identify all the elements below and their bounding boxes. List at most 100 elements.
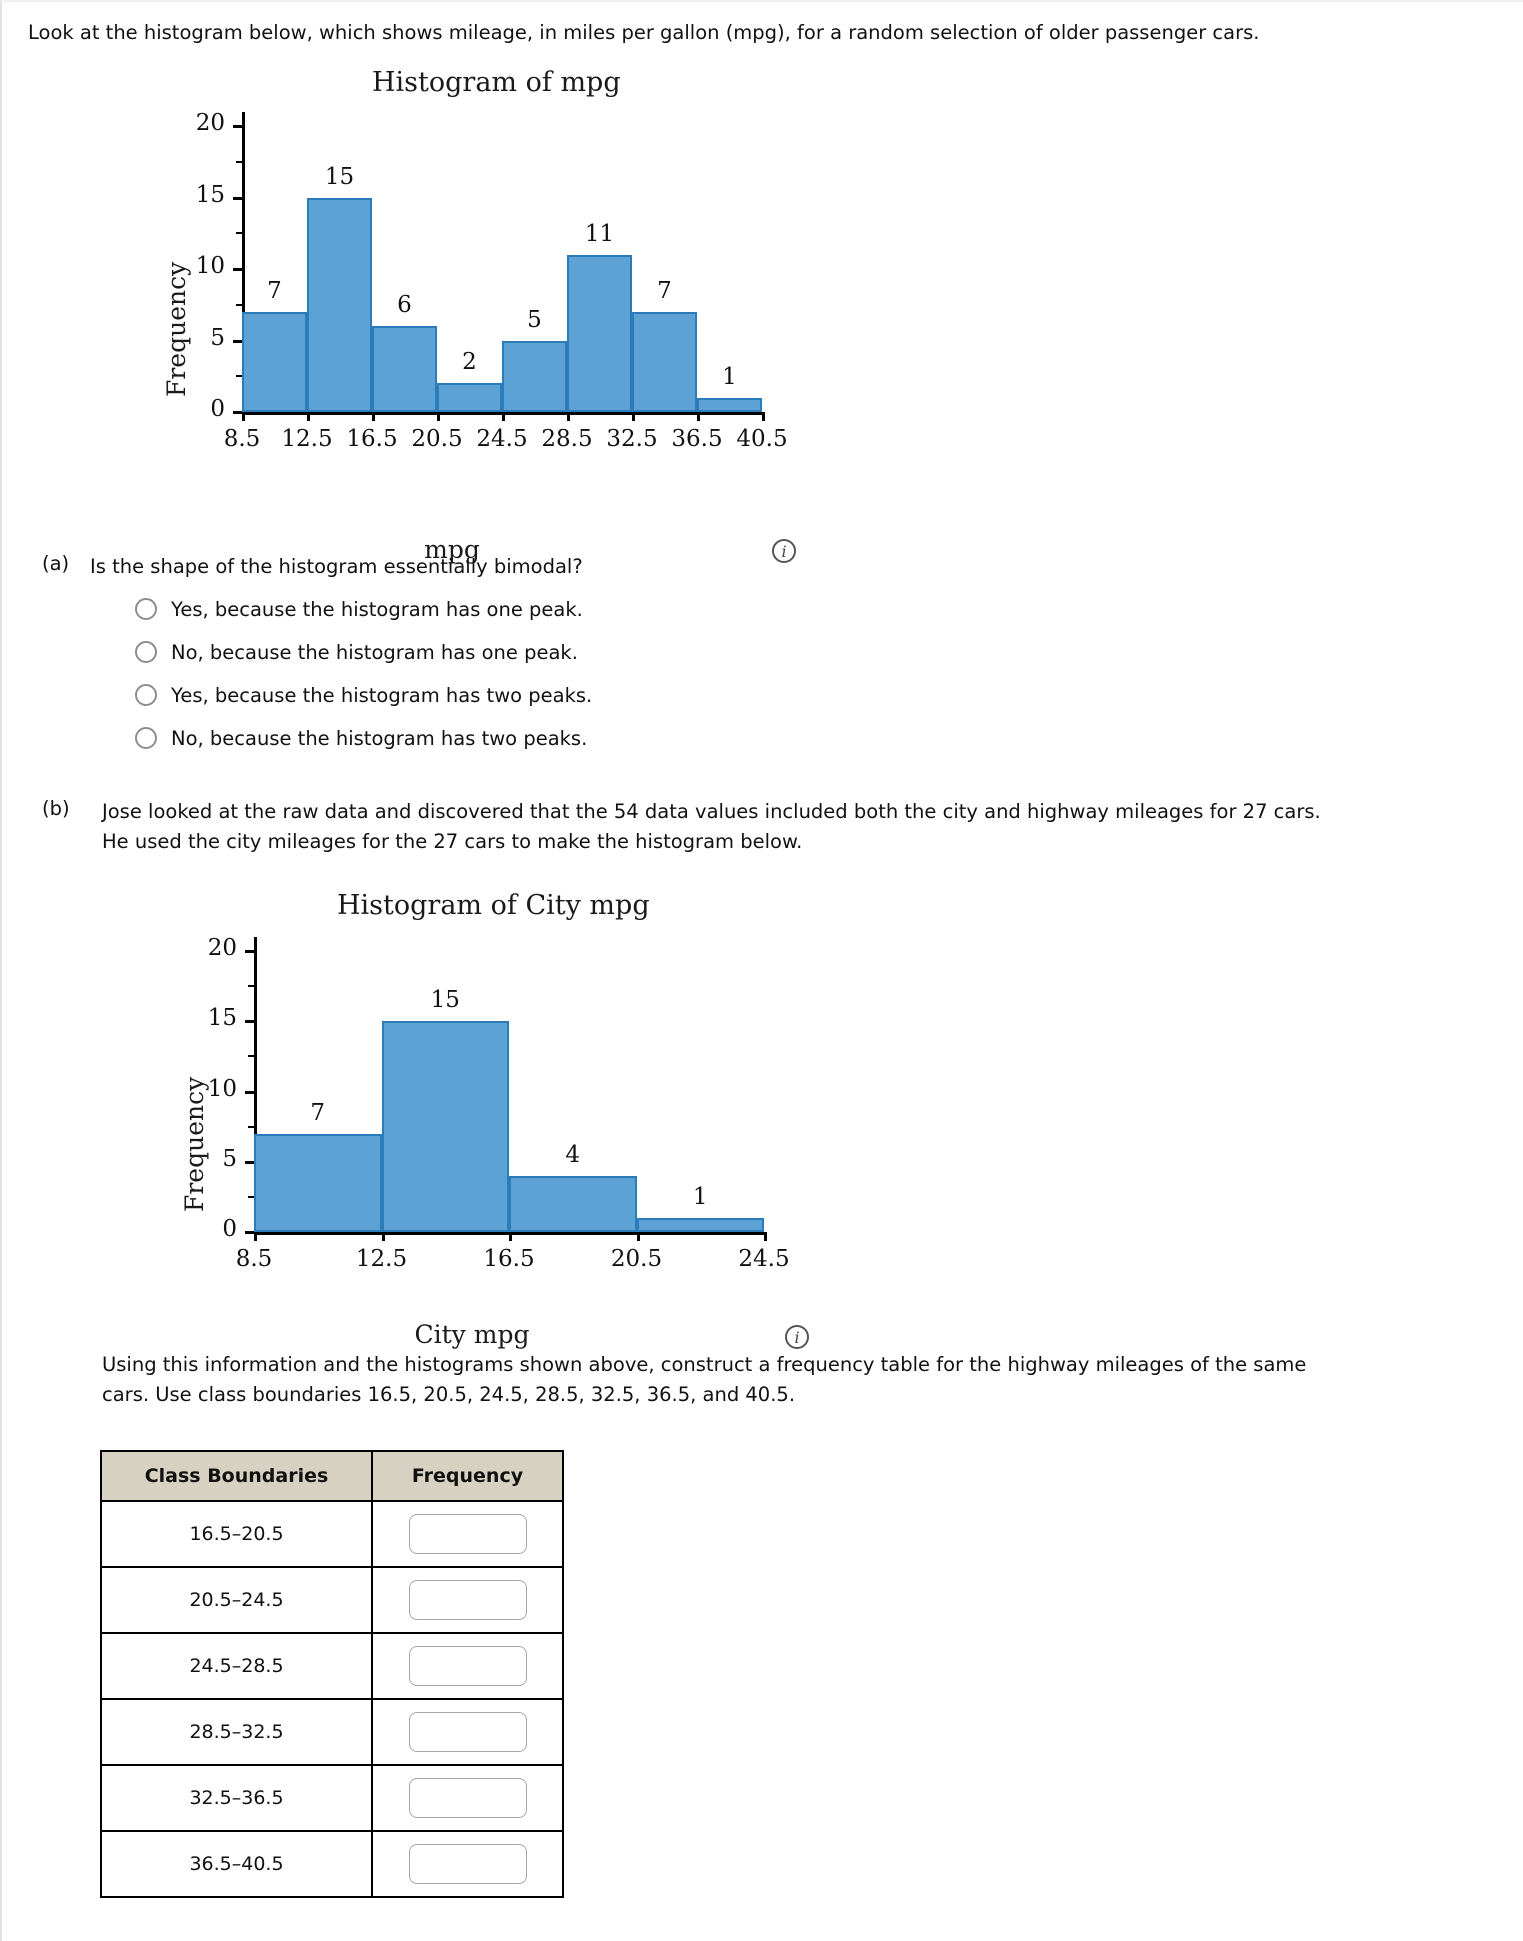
info-icon[interactable]: i — [785, 1325, 809, 1349]
radio-button[interactable] — [135, 684, 157, 706]
histogram-bar — [372, 326, 437, 412]
bar-value-label: 15 — [430, 987, 460, 1014]
x-tick — [509, 1232, 512, 1241]
x-tick-label: 40.5 — [736, 426, 788, 452]
radio-button[interactable] — [135, 727, 157, 749]
y-tick — [245, 1231, 254, 1234]
histogram-bar — [632, 312, 697, 412]
x-tick-label: 20.5 — [610, 1246, 663, 1272]
table-row: 36.5–40.5 — [100, 1830, 564, 1898]
y-minor-tick — [248, 1055, 254, 1058]
x-tick — [762, 412, 765, 421]
frequency-input[interactable] — [408, 1844, 527, 1884]
y-tick — [233, 125, 242, 129]
bar-value-label: 1 — [722, 363, 737, 390]
frequency-input[interactable] — [408, 1646, 527, 1686]
histogram-bar — [242, 312, 307, 412]
table-row: 28.5–32.5 — [100, 1698, 564, 1766]
histogram-city-mpg: Histogram of City mpg Frequency 0 5 10 15 20… — [2, 882, 902, 1349]
radio-choice-label: No, because the histogram has two peaks. — [171, 726, 588, 750]
table-row: 16.5–20.5 — [100, 1500, 564, 1568]
y-tick — [245, 1090, 254, 1094]
y-tick-label: 0 — [222, 1216, 237, 1242]
frequency-cell — [371, 1764, 564, 1832]
frequency-table: Class Boundaries Frequency 16.5–20.5 20.5… — [100, 1450, 564, 1898]
histogram-bar — [502, 340, 567, 412]
header-frequency: Frequency — [371, 1450, 564, 1502]
frequency-input[interactable] — [408, 1712, 527, 1752]
x-tick — [254, 1232, 257, 1241]
y-tick — [233, 268, 242, 272]
instruction-line2: cars. Use class boundaries 16.5, 20.5, 2… — [102, 1383, 796, 1406]
frequency-cell — [371, 1500, 564, 1568]
plot-area: 0 5 10 15 20 7 15 6 2 5 11 7 1 8.5 12.5 16.5 20.5 24.5 28.… — [196, 110, 788, 452]
frequency-cell — [371, 1830, 564, 1898]
y-minor-tick — [248, 985, 254, 988]
exercise-page: Look at the histogram below, which shows… — [0, 0, 1523, 1941]
y-tick-label: 20 — [195, 110, 225, 137]
bar-value-label: 15 — [324, 163, 355, 190]
x-tick — [307, 412, 310, 421]
radio-choice-1[interactable]: No, because the histogram has one peak. — [135, 635, 592, 669]
x-tick — [632, 412, 635, 421]
radio-choice-2[interactable]: Yes, because the histogram has two peaks… — [135, 678, 592, 712]
histogram-bar — [307, 197, 372, 412]
y-tick — [245, 1020, 254, 1024]
x-tick-label: 12.5 — [355, 1246, 408, 1272]
part-b-tag: (b) — [42, 797, 70, 820]
table-row: 32.5–36.5 — [100, 1764, 564, 1832]
histogram-bar — [636, 1217, 764, 1232]
x-tick-label: 8.5 — [235, 1246, 273, 1272]
x-tick-label: 24.5 — [738, 1246, 790, 1272]
radio-button[interactable] — [135, 598, 157, 620]
x-tick-label: 16.5 — [483, 1246, 535, 1272]
y-tick — [245, 1160, 254, 1164]
frequency-input[interactable] — [408, 1778, 527, 1818]
x-tick — [502, 412, 505, 421]
x-tick — [381, 1232, 385, 1241]
frequency-cell — [371, 1632, 564, 1700]
y-tick-label: 15 — [195, 181, 225, 208]
header-class-boundaries: Class Boundaries — [100, 1450, 373, 1502]
bar-value-label: 7 — [310, 1099, 326, 1126]
x-axis-label: City mpg — [414, 1320, 530, 1349]
y-tick-label: 10 — [195, 253, 225, 280]
radio-choice-3[interactable]: No, because the histogram has two peaks. — [135, 721, 592, 755]
bar-value-label: 4 — [565, 1141, 581, 1168]
y-tick — [245, 950, 254, 954]
histogram-mpg: Histogram of mpg Frequency 0 5 10 15 20 7 15 6 2… — [2, 57, 902, 564]
class-boundaries-cell: 32.5–36.5 — [100, 1764, 373, 1832]
class-boundaries-cell: 20.5–24.5 — [100, 1566, 373, 1634]
bar-value-label: 2 — [462, 349, 477, 376]
class-boundaries-cell: 36.5–40.5 — [100, 1830, 373, 1898]
chart-title: Histogram of mpg — [372, 67, 621, 98]
radio-button[interactable] — [135, 641, 157, 663]
frequency-input[interactable] — [408, 1514, 527, 1554]
y-tick-label: 15 — [207, 1005, 237, 1032]
radio-choice-label: No, because the histogram has one peak. — [171, 640, 578, 664]
plot-area: 0 5 10 15 20 7 15 4 1 8.5 12.5 16.5 20.5 24.5 — [208, 935, 790, 1272]
frequency-cell — [371, 1566, 564, 1634]
table-row: 20.5–24.5 — [100, 1566, 564, 1634]
part-a-tag: (a) — [42, 552, 70, 575]
x-tick — [764, 1232, 767, 1241]
y-tick-label: 20 — [207, 935, 237, 962]
part-a-choice-group[interactable]: Yes, because the histogram has one peak.… — [135, 592, 592, 764]
histogram-bar — [697, 397, 762, 412]
part-b-line2: He used the city mileages for the 27 car… — [102, 830, 803, 853]
y-tick — [233, 196, 242, 200]
radio-choice-0[interactable]: Yes, because the histogram has one peak. — [135, 592, 592, 626]
frequency-input[interactable] — [408, 1580, 527, 1620]
radio-choice-label: Yes, because the histogram has one peak. — [171, 597, 583, 621]
class-boundaries-cell: 16.5–20.5 — [100, 1500, 373, 1568]
class-boundaries-cell: 24.5–28.5 — [100, 1632, 373, 1700]
chart-title: Histogram of City mpg — [337, 890, 650, 921]
histogram-bar — [509, 1175, 637, 1232]
histogram-bar — [381, 1021, 509, 1232]
bar-value-label: 1 — [692, 1183, 708, 1210]
x-tick — [567, 412, 570, 421]
y-tick-label: 5 — [210, 324, 225, 351]
histogram-bar — [254, 1133, 382, 1232]
y-tick-label: 10 — [207, 1075, 237, 1102]
bar-value-label: 11 — [584, 220, 615, 247]
